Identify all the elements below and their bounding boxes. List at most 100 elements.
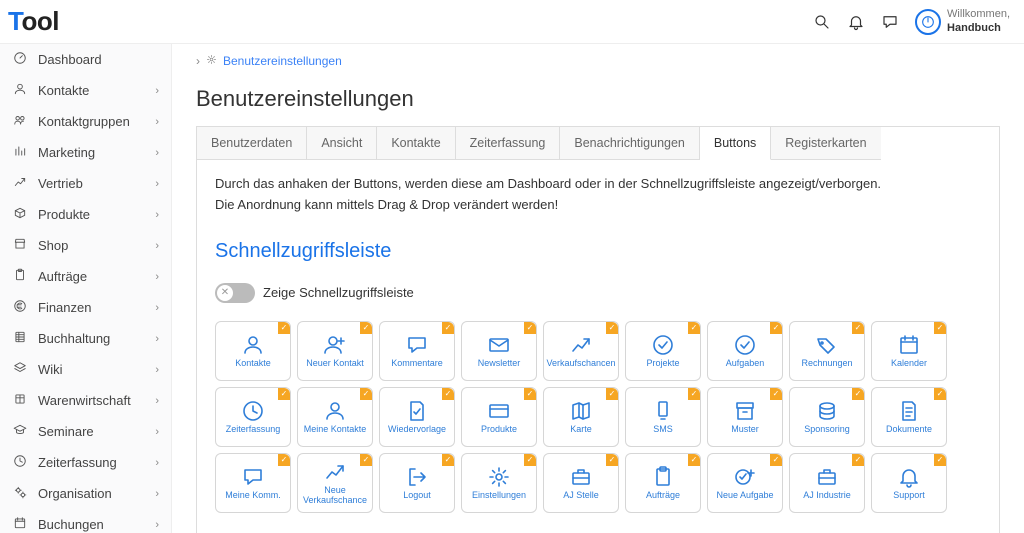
check-icon: ✓: [524, 388, 536, 400]
tab-registerkarten[interactable]: Registerkarten: [771, 127, 880, 160]
sidebar-item-produkte[interactable]: Produkte ›: [0, 199, 171, 230]
chevron-right-icon: ›: [155, 271, 159, 283]
sidebar-item-buchungen[interactable]: Buchungen ›: [0, 509, 171, 533]
tile-dokumente[interactable]: ✓ Dokumente: [871, 387, 947, 447]
tile-logout[interactable]: ✓ Logout: [379, 453, 455, 513]
sidebar-item-label: Buchungen: [38, 517, 145, 532]
sidebar-item-dashboard[interactable]: Dashboard: [0, 44, 171, 75]
tile-newsletter[interactable]: ✓ Newsletter: [461, 321, 537, 381]
breadcrumb-current[interactable]: Benutzereinstellungen: [223, 54, 342, 68]
sidebar-item-label: Kontakte: [38, 83, 145, 98]
tab-zeiterfassung[interactable]: Zeiterfassung: [456, 127, 561, 160]
sidebar-item-marketing[interactable]: Marketing ›: [0, 137, 171, 168]
page-title: Benutzereinstellungen: [196, 86, 1000, 112]
check-icon: ✓: [278, 454, 290, 466]
info-text: Durch das anhaken der Buttons, werden di…: [215, 174, 981, 216]
chevron-right-icon: ›: [155, 519, 159, 531]
tile-aufträge[interactable]: ✓ Aufträge: [625, 453, 701, 513]
trend-icon: [569, 333, 593, 357]
tile-aj-industrie[interactable]: ✓ AJ Industrie: [789, 453, 865, 513]
cogs-icon: [12, 485, 28, 502]
storefront-icon: [12, 237, 28, 254]
tile-support[interactable]: ✓ Support: [871, 453, 947, 513]
sidebar-item-zeiterfassung[interactable]: Zeiterfassung ›: [0, 447, 171, 478]
logout-icon: [405, 465, 429, 489]
check-icon: ✓: [442, 322, 454, 334]
sidebar-item-label: Organisation: [38, 486, 145, 501]
gear-icon: [487, 465, 511, 489]
check-circle-icon: [651, 333, 675, 357]
tiles-grid: ✓ Kontakte✓ Neuer Kontakt✓ Kommentare✓ N…: [215, 321, 981, 513]
tile-rechnungen[interactable]: ✓ Rechnungen: [789, 321, 865, 381]
tile-sponsoring[interactable]: ✓ Sponsoring: [789, 387, 865, 447]
sidebar-item-vertrieb[interactable]: Vertrieb ›: [0, 168, 171, 199]
tab-buttons[interactable]: Buttons: [700, 127, 771, 160]
tile-muster[interactable]: ✓ Muster: [707, 387, 783, 447]
tile-label: Projekte: [644, 359, 681, 369]
sidebar-item-label: Dashboard: [38, 52, 159, 67]
tile-meine-kontakte[interactable]: ✓ Meine Kontakte: [297, 387, 373, 447]
messages-icon[interactable]: [881, 13, 899, 31]
sidebar-item-label: Vertrieb: [38, 176, 145, 191]
tile-projekte[interactable]: ✓ Projekte: [625, 321, 701, 381]
tile-einstellungen[interactable]: ✓ Einstellungen: [461, 453, 537, 513]
sidebar-item-aufträge[interactable]: Aufträge ›: [0, 261, 171, 292]
check-icon: ✓: [770, 388, 782, 400]
check-icon: ✓: [852, 454, 864, 466]
sidebar-item-finanzen[interactable]: Finanzen ›: [0, 292, 171, 323]
chevron-right-icon: ›: [155, 178, 159, 190]
sidebar-item-warenwirtschaft[interactable]: Warenwirtschaft ›: [0, 385, 171, 416]
sidebar-item-label: Marketing: [38, 145, 145, 160]
tile-kalender[interactable]: ✓ Kalender: [871, 321, 947, 381]
tile-label: Logout: [401, 491, 433, 501]
tile-kontakte[interactable]: ✓ Kontakte: [215, 321, 291, 381]
sidebar-item-wiki[interactable]: Wiki ›: [0, 354, 171, 385]
check-icon: ✓: [606, 322, 618, 334]
sidebar-item-seminare[interactable]: Seminare ›: [0, 416, 171, 447]
tile-aj-stelle[interactable]: ✓ AJ Stelle: [543, 453, 619, 513]
tile-label: AJ Stelle: [561, 491, 601, 501]
tile-label: Karte: [568, 425, 594, 435]
tile-neuer-kontakt[interactable]: ✓ Neuer Kontakt: [297, 321, 373, 381]
tab-ansicht[interactable]: Ansicht: [307, 127, 377, 160]
sidebar-item-label: Shop: [38, 238, 145, 253]
tile-neue-aufgabe[interactable]: ✓ Neue Aufgabe: [707, 453, 783, 513]
user-menu[interactable]: Willkommen, Handbuch: [915, 8, 1010, 34]
check-icon: ✓: [934, 322, 946, 334]
check-plus-icon: [733, 465, 757, 489]
comment-icon: [405, 333, 429, 357]
sidebar-item-kontakte[interactable]: Kontakte ›: [0, 75, 171, 106]
tab-kontakte[interactable]: Kontakte: [377, 127, 455, 160]
doc-check-icon: [405, 399, 429, 423]
sidebar-item-organisation[interactable]: Organisation ›: [0, 478, 171, 509]
check-icon: ✓: [688, 388, 700, 400]
tile-sms[interactable]: ✓ SMS: [625, 387, 701, 447]
sidebar-item-shop[interactable]: Shop ›: [0, 230, 171, 261]
tile-meine-komm.[interactable]: ✓ Meine Komm.: [215, 453, 291, 513]
tile-produkte[interactable]: ✓ Produkte: [461, 387, 537, 447]
notifications-icon[interactable]: [847, 13, 865, 31]
tile-zeiterfassung[interactable]: ✓ Zeiterfassung: [215, 387, 291, 447]
chevron-right-icon: ›: [155, 426, 159, 438]
tab-benutzerdaten[interactable]: Benutzerdaten: [197, 127, 307, 160]
tile-wiedervorlage[interactable]: ✓ Wiedervorlage: [379, 387, 455, 447]
calendar-icon: [12, 516, 28, 533]
tab-benachrichtigungen[interactable]: Benachrichtigungen: [560, 127, 700, 160]
sidebar-item-buchhaltung[interactable]: Buchhaltung ›: [0, 323, 171, 354]
tile-label: Kalender: [889, 359, 929, 369]
tile-verkaufschancen[interactable]: ✓ Verkaufschancen: [543, 321, 619, 381]
tile-neue-verkaufschance[interactable]: ✓ Neue Verkaufschance: [297, 453, 373, 513]
gauge-icon: [12, 51, 28, 68]
tile-label: Zeiterfassung: [224, 425, 283, 435]
tile-aufgaben[interactable]: ✓ Aufgaben: [707, 321, 783, 381]
search-icon[interactable]: [813, 13, 831, 31]
user-name: Handbuch: [947, 22, 1010, 35]
chevron-right-icon: ›: [155, 333, 159, 345]
chevron-right-icon: ›: [155, 209, 159, 221]
tile-kommentare[interactable]: ✓ Kommentare: [379, 321, 455, 381]
tile-label: Verkaufschancen: [544, 359, 617, 369]
tile-karte[interactable]: ✓ Karte: [543, 387, 619, 447]
quickaccess-toggle[interactable]: ✕: [215, 283, 255, 303]
sidebar-item-kontaktgruppen[interactable]: Kontaktgruppen ›: [0, 106, 171, 137]
calendar-icon: [897, 333, 921, 357]
